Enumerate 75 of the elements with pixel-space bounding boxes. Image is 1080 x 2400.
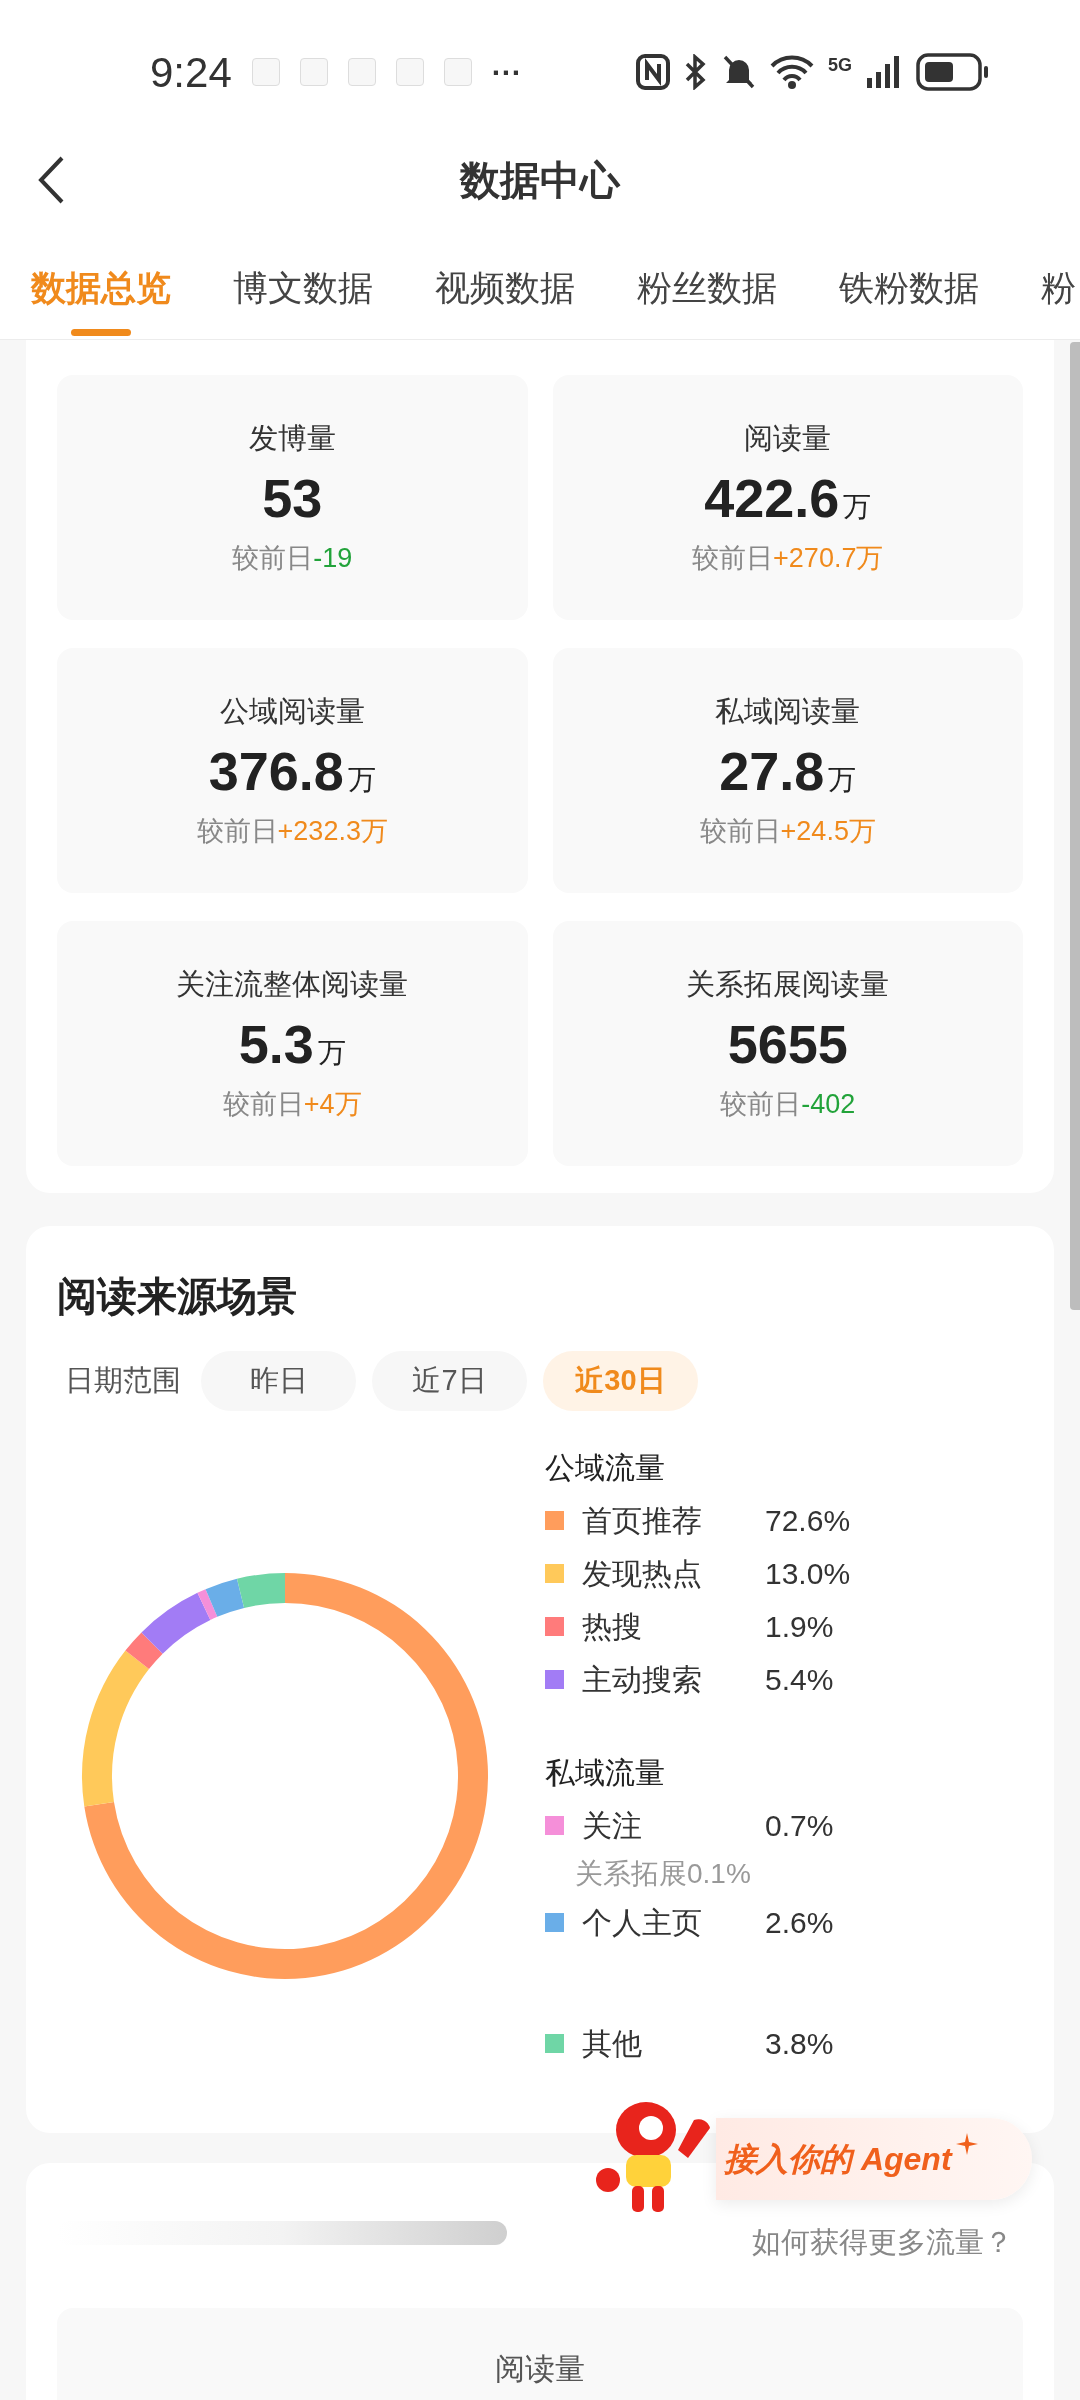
range-option[interactable]: 近7日 <box>372 1351 527 1411</box>
wifi-icon <box>770 54 814 90</box>
agent-banner-text: 接入你的 Agent <box>724 2140 952 2179</box>
legend-value: 0.7% <box>765 1808 834 1844</box>
stat-value: 422.6 <box>704 467 840 530</box>
legend-label: 其他 <box>582 2026 643 2062</box>
battery-icon <box>916 53 990 91</box>
notification-icon <box>299 58 328 86</box>
tab[interactable]: 粉 <box>1041 262 1076 315</box>
page-title: 数据中心 <box>460 157 620 204</box>
stat-label: 私域阅读量 <box>715 693 861 729</box>
notification-icon <box>395 58 424 86</box>
tab[interactable]: 视频数据 <box>435 262 575 315</box>
legend-label: 热搜 <box>582 1609 643 1645</box>
stat-value: 5.3 <box>238 1013 314 1076</box>
signal-icon <box>866 54 902 90</box>
stat-label: 发博量 <box>248 420 336 456</box>
legend-value: 72.6% <box>765 1503 851 1539</box>
legend-note: 关系拓展0.1% <box>575 1857 752 1891</box>
notification-icon <box>251 58 280 86</box>
stat-label: 关注流整体阅读量 <box>176 966 409 1002</box>
delta-label: 较前日 <box>692 542 774 575</box>
range-label: 日期范围 <box>65 1363 181 1399</box>
stat-unit: 万 <box>843 490 872 524</box>
stat-label: 阅读量 <box>744 420 832 456</box>
delta-label: 较前日 <box>720 1088 802 1121</box>
legend-value: 5.4% <box>765 1662 834 1698</box>
delta-value: +24.5万 <box>780 815 876 848</box>
tab[interactable]: 博文数据 <box>233 262 373 315</box>
stat-value: 53 <box>262 467 323 530</box>
delta-value: +232.3万 <box>277 815 388 848</box>
metric-label: 阅读量 <box>495 2351 585 2387</box>
delta-value: -19 <box>313 542 353 575</box>
legend-value: 13.0% <box>765 1556 851 1592</box>
section-title: 阅读来源场景 <box>57 1273 298 1320</box>
legend-label: 主动搜索 <box>582 1662 703 1698</box>
back-icon[interactable] <box>36 155 66 205</box>
notification-icon <box>443 58 472 86</box>
legend-value: 3.8% <box>765 2026 834 2062</box>
bluetooth-icon <box>684 54 708 90</box>
legend-label: 首页推荐 <box>582 1503 703 1539</box>
legend-group-title: 公域流量 <box>545 1450 666 1486</box>
tab[interactable]: 粉丝数据 <box>637 262 777 315</box>
delta-label: 较前日 <box>232 542 314 575</box>
notification-icon <box>347 58 376 86</box>
clock: 9:24 <box>150 47 232 98</box>
more-notifications: ··· <box>491 54 522 91</box>
legend-label: 关注 <box>582 1808 643 1844</box>
sparkle-icon <box>955 2133 978 2155</box>
delta-value: +4万 <box>303 1088 362 1121</box>
stat-unit: 万 <box>317 1036 346 1070</box>
stat-value: 27.8 <box>719 740 825 803</box>
delta-label: 较前日 <box>222 1088 304 1121</box>
stat-label: 关系拓展阅读量 <box>686 966 890 1002</box>
stat-unit: 万 <box>347 763 376 797</box>
stat-unit: 万 <box>828 763 857 797</box>
stat-value: 376.8 <box>208 740 344 803</box>
more-traffic-link[interactable]: 如何获得更多流量？ <box>752 2221 1013 2265</box>
legend-group-title: 私域流量 <box>545 1755 666 1791</box>
stat-value: 5655 <box>727 1013 848 1076</box>
muted-bell-icon <box>722 54 756 90</box>
stat-label: 公域阅读量 <box>219 693 365 729</box>
tab-underline <box>71 328 131 336</box>
delta-value: -402 <box>801 1088 856 1121</box>
range-option[interactable]: 昨日 <box>201 1351 356 1411</box>
legend-label: 个人主页 <box>582 1905 703 1941</box>
delta-value: +270.7万 <box>773 542 884 575</box>
network-type: 5G <box>828 53 852 77</box>
legend-value: 1.9% <box>765 1609 834 1645</box>
nfc-icon <box>636 54 670 90</box>
legend-value: 2.6% <box>765 1905 834 1941</box>
delta-label: 较前日 <box>196 815 278 848</box>
delta-label: 较前日 <box>699 815 781 848</box>
tab[interactable]: 铁粉数据 <box>839 262 979 315</box>
legend-label: 发现热点 <box>582 1556 703 1592</box>
